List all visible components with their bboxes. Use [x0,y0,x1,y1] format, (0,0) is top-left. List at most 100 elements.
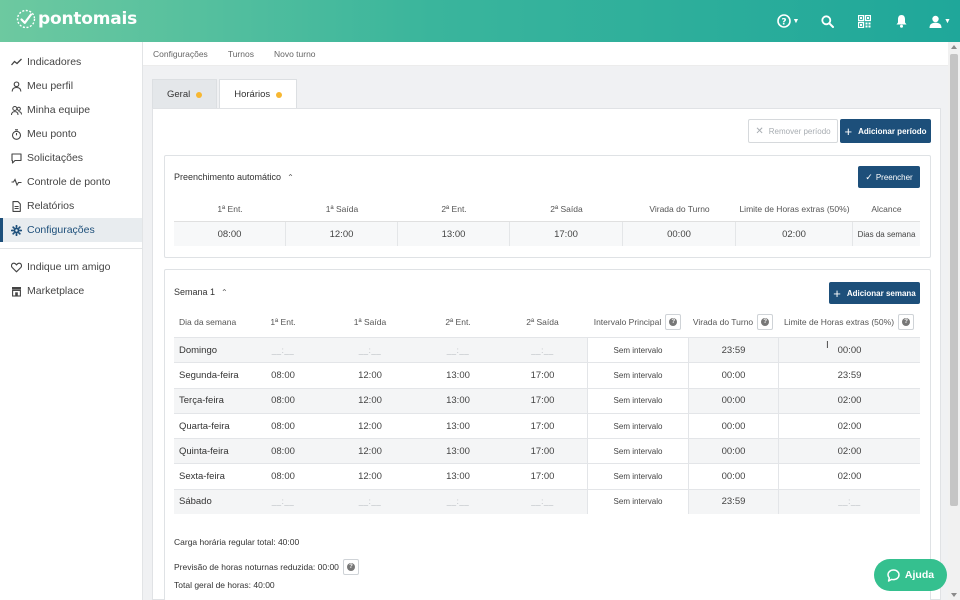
auto-fill-input[interactable]: 02:00 [736,222,853,246]
column-header: Limite de Horas extras (50%) [739,203,850,214]
week-title[interactable]: Semana 1 ⌃ [174,287,228,297]
time-input[interactable]: __:__ [418,338,498,362]
time-input[interactable]: 08:00 [244,464,322,488]
interval-select[interactable]: Sem intervalo [587,439,688,464]
sidebar-item-indicadores[interactable]: Indicadores [0,50,142,74]
tab-geral[interactable]: Geral [152,79,218,109]
interval-select[interactable]: Sem intervalo [587,464,688,489]
notifications-button[interactable] [883,0,920,42]
add-period-button[interactable]: + Adicionar período [840,119,931,143]
auto-fill-title[interactable]: Preenchimento automático ⌃ [174,172,294,182]
fill-button[interactable]: ✓ Preencher [858,166,920,188]
activity-icon [11,177,22,188]
time-input[interactable]: __:__ [778,489,920,515]
time-input[interactable]: __:__ [244,490,322,514]
help-menu-button[interactable]: ? ▼ [767,0,809,42]
time-input[interactable]: 00:00 [688,413,778,439]
time-input[interactable]: 08:00 [244,439,322,463]
interval-select[interactable]: Sem intervalo [587,363,688,388]
auto-fill-input[interactable]: 00:00 [623,222,736,246]
sidebar-item-meu-perfil[interactable]: Meu perfil [0,74,142,98]
time-input[interactable]: 12:00 [322,363,418,387]
sidebar-item-marketplace[interactable]: Marketplace [0,279,142,303]
interval-select[interactable]: Sem intervalo [587,388,688,413]
table-row: Sexta-feira 08:00 12:00 13:00 17:00 Sem … [174,463,920,489]
pontomais-logo[interactable]: pontomais [16,9,137,29]
sidebar-item-configuracoes[interactable]: Configurações [0,218,142,242]
time-input[interactable]: 08:00 [244,363,322,387]
sidebar-divider [0,248,142,249]
time-input[interactable]: 00:00 [688,363,778,388]
breadcrumb-item[interactable]: Turnos [228,49,254,59]
time-input[interactable]: __:__ [322,490,418,514]
time-input[interactable]: __:__ [498,490,587,514]
breadcrumb-item[interactable]: Configurações [153,49,208,59]
sidebar-item-controle-de-ponto[interactable]: Controle de ponto [0,170,142,194]
interval-select[interactable]: Sem intervalo [587,338,688,363]
interval-select[interactable]: Sem intervalo [587,489,688,515]
time-input[interactable]: 17:00 [498,439,587,463]
time-input[interactable]: 12:00 [322,389,418,413]
help-button[interactable]: ? [898,314,915,330]
tab-horarios[interactable]: Horários [219,79,298,109]
time-input[interactable]: 08:00 [244,389,322,413]
time-input[interactable]: 23:59 [688,338,778,363]
help-button[interactable]: ? [757,314,774,330]
time-input[interactable]: 13:00 [418,389,498,413]
time-input[interactable]: 17:00 [498,363,587,387]
time-input[interactable]: 17:00 [498,464,587,488]
time-input[interactable]: __:__ [418,490,498,514]
time-input[interactable]: 17:00 [498,414,587,438]
time-input[interactable]: 02:00 [778,464,920,489]
time-input[interactable]: 23:59 [688,489,778,515]
interval-select[interactable]: Sem intervalo [587,413,688,439]
sidebar-item-indique-um-amigo[interactable]: Indique um amigo [0,255,142,279]
help-button[interactable]: ? [342,559,359,575]
time-input[interactable]: 00:00 [688,439,778,464]
time-input[interactable]: 12:00 [322,414,418,438]
scroll-down-arrow[interactable] [951,593,957,597]
help-button[interactable]: ? [665,314,682,330]
sidebar-item-relatorios[interactable]: Relatórios [0,194,142,218]
time-input[interactable]: 02:00 [778,413,920,439]
add-week-button[interactable]: + Adicionar semana [829,282,920,304]
scope-select[interactable]: Dias da semana [853,222,920,246]
time-input[interactable]: 12:00 [322,464,418,488]
night-hours-forecast: Previsão de horas noturnas reduzida: 00:… [174,559,359,575]
time-input[interactable]: 00:00 [688,464,778,489]
user-menu-button[interactable]: ▼ [920,0,960,42]
remove-period-button[interactable]: ✕ Remover período [748,119,838,143]
column-header: Limite de Horas extras (50%) [783,317,895,327]
vertical-scrollbar[interactable] [948,42,960,600]
time-input[interactable]: 13:00 [418,464,498,488]
time-input[interactable]: 08:00 [244,414,322,438]
time-input[interactable]: 12:00 [322,439,418,463]
fill-button-label: Preencher [875,172,913,182]
time-input[interactable]: __:__ [498,338,587,362]
sidebar-item-minha-equipe[interactable]: Minha equipe [0,98,142,122]
auto-fill-input[interactable]: 17:00 [510,222,623,246]
time-input[interactable]: __:__ [244,338,322,362]
scroll-up-arrow[interactable] [951,45,957,49]
time-input[interactable]: 17:00 [498,389,587,413]
time-input[interactable]: __:__ [322,338,418,362]
auto-fill-input[interactable]: 13:00 [398,222,510,246]
help-chat-button[interactable]: Ajuda [874,559,947,591]
auto-fill-input[interactable]: 08:00 [174,222,286,246]
qrcode-button[interactable] [846,0,883,42]
tabs: Geral Horários [152,79,299,109]
search-button[interactable] [809,0,846,42]
auto-fill-input[interactable]: 12:00 [286,222,398,246]
time-input[interactable]: 02:00 [778,439,920,464]
time-input[interactable]: 02:00 [778,388,920,413]
time-input[interactable]: 00:00 [778,338,920,363]
time-input[interactable]: 13:00 [418,414,498,438]
time-input[interactable]: 13:00 [418,439,498,463]
time-input[interactable]: 00:00 [688,388,778,413]
sidebar-item-solicitacoes[interactable]: Solicitações [0,146,142,170]
time-input[interactable]: 13:00 [418,363,498,387]
scrollbar-thumb[interactable] [950,54,958,506]
bell-icon [896,15,907,28]
sidebar-item-meu-ponto[interactable]: Meu ponto [0,122,142,146]
time-input[interactable]: 23:59 [778,363,920,388]
